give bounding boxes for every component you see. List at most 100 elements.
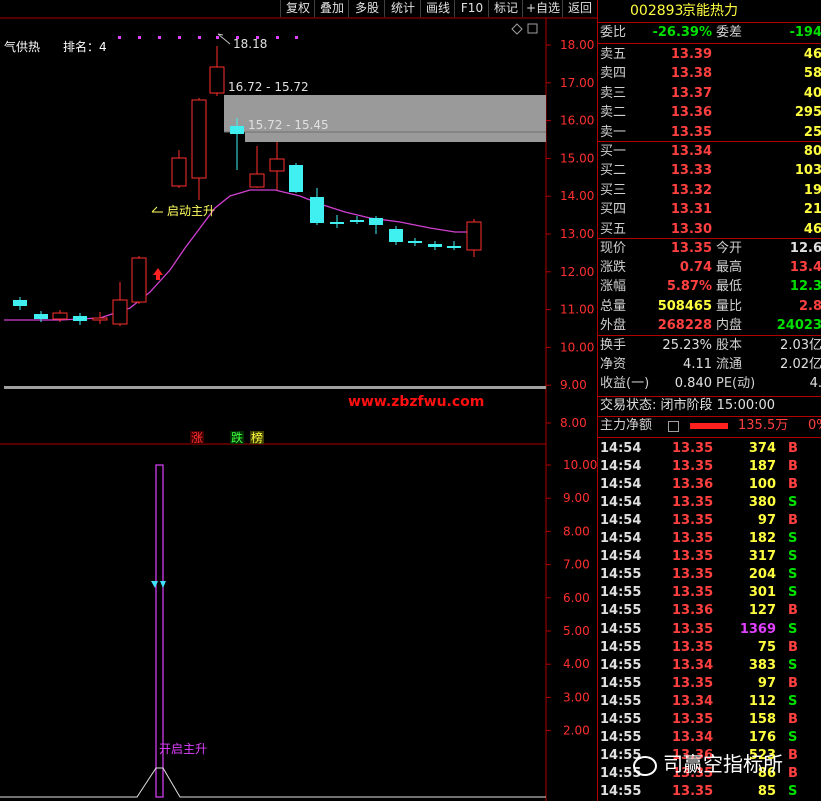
- candle-body: [466, 221, 482, 251]
- bids-price: 13.33: [670, 163, 712, 179]
- up-arrow-icon: [153, 268, 163, 280]
- candle-body: [209, 66, 225, 94]
- weibi-row: 委比 -26.39% 委差 -194: [598, 24, 821, 42]
- stat-label: 今开: [716, 241, 743, 256]
- list-icon[interactable]: [668, 421, 679, 432]
- candlestick-chart-area[interactable]: 18.00 17.00 16.00 15.00 14.00 13.00 12.00 11.00…: [0, 0, 597, 801]
- high-marker: [217, 33, 231, 45]
- resistance-zone-2: [245, 132, 546, 142]
- tick-side: S: [788, 567, 798, 583]
- tick-volume: 112: [748, 693, 776, 709]
- price-tick-label: 9.00: [560, 378, 587, 392]
- tick-row: 14:54 13.35 182 S: [598, 530, 821, 548]
- asks-price: 13.37: [670, 85, 712, 101]
- asks-row[interactable]: 卖三 13.37 40: [598, 85, 821, 103]
- candle-body: [369, 218, 383, 225]
- legend-bang[interactable]: 榜: [251, 430, 263, 445]
- asks-label: 卖五: [600, 47, 627, 62]
- tick-volume: 204: [748, 567, 776, 583]
- candle-body: [191, 99, 207, 179]
- bids-volume: 21: [803, 202, 821, 218]
- wechat-icon: [633, 755, 657, 776]
- tick-price: 13.36: [672, 603, 714, 619]
- legend-zhang[interactable]: 涨: [191, 430, 203, 445]
- tick-row: 14:55 13.34 112 S: [598, 693, 821, 711]
- asks-volume: 40: [803, 85, 821, 101]
- tick-price: 13.35: [672, 783, 714, 799]
- tick-time: 14:55: [600, 711, 642, 727]
- asks-volume: 295: [794, 105, 821, 121]
- tick-volume: 158: [748, 711, 776, 727]
- asks-row[interactable]: 卖一 13.35 25: [598, 124, 821, 142]
- asks-volume: 46: [803, 47, 821, 62]
- tick-side: B: [788, 441, 798, 456]
- start-label: 启动主升: [167, 204, 215, 218]
- signal-label: 开启主升: [159, 742, 207, 756]
- tick-row: 14:54 13.35 97 B: [598, 512, 821, 530]
- tick-side: B: [788, 513, 798, 529]
- tick-row: 14:55 13.35 75 B: [598, 639, 821, 657]
- tick-time: 14:55: [600, 621, 642, 637]
- stat-value: 24023: [776, 317, 821, 333]
- stat-label: 最低: [716, 279, 743, 295]
- price-tick-label: 17.00: [560, 76, 594, 90]
- tick-volume: 182: [748, 531, 776, 547]
- signal-line: [0, 767, 546, 798]
- expand-icon[interactable]: [511, 23, 538, 35]
- bids-row[interactable]: 买三 13.32 19: [598, 182, 821, 200]
- tick-price: 13.35: [672, 621, 714, 637]
- main-net-row: 主力净额 135.5万 0%: [598, 417, 821, 435]
- bids-row[interactable]: 买一 13.34 80: [598, 143, 821, 161]
- bids-row[interactable]: 买五 13.30 46: [598, 221, 821, 239]
- weicha-value: -194: [789, 25, 821, 40]
- tick-side: S: [788, 729, 798, 745]
- fund-value: 25.23%: [662, 338, 712, 353]
- tick-volume: 317: [748, 549, 776, 565]
- tick-price: 13.35: [672, 549, 714, 565]
- tick-time: 14:55: [600, 729, 642, 745]
- bids-row[interactable]: 买四 13.31 21: [598, 201, 821, 219]
- stat-value: 2.8: [798, 298, 821, 314]
- stat-value: 268228: [657, 317, 712, 333]
- tick-price: 13.35: [672, 567, 714, 583]
- weibi-value: -26.39%: [652, 25, 712, 40]
- fund-value: 2.03亿: [780, 338, 821, 353]
- candle-body: [34, 314, 48, 319]
- legend-die[interactable]: 跌: [231, 430, 243, 445]
- tick-time: 14:55: [600, 639, 642, 655]
- asks-row[interactable]: 卖二 13.36 295: [598, 104, 821, 122]
- sub-tick-label: 9.00: [563, 491, 590, 505]
- candle-body: [131, 257, 147, 303]
- tick-price: 13.35: [672, 711, 714, 727]
- tick-volume: 100: [748, 477, 776, 493]
- tick-time: 14:54: [600, 531, 642, 547]
- tick-side: S: [788, 585, 798, 601]
- stat-label: 涨跌: [600, 260, 627, 276]
- asks-row[interactable]: 卖四 13.38 58: [598, 65, 821, 83]
- tick-side: S: [788, 531, 798, 547]
- candle-body: [428, 244, 442, 247]
- watermark-url: www.zbzfwu.com: [348, 394, 484, 410]
- asks-label: 卖二: [600, 105, 627, 121]
- bids-label: 买二: [600, 163, 627, 179]
- tick-time: 14:55: [600, 675, 642, 691]
- stats-row: 现价 13.35 今开 12.6: [598, 240, 821, 258]
- down-marker-icon: [151, 581, 158, 588]
- watermark: 司赢空指标所: [633, 748, 783, 777]
- tick-price: 13.35: [672, 639, 714, 655]
- sub-tick-label: 2.00: [563, 724, 590, 738]
- asks-row[interactable]: 卖五 13.39 46: [598, 46, 821, 64]
- stat-value: 5.87%: [666, 279, 712, 295]
- tick-price: 13.35: [672, 585, 714, 601]
- tick-price: 13.35: [672, 675, 714, 691]
- fund-label: 换手: [600, 338, 627, 353]
- asks-price: 13.35: [670, 124, 712, 140]
- tick-row: 14:55 13.35 97 B: [598, 675, 821, 693]
- trade-status: 交易状态: 闭市阶段 15:00:00: [598, 397, 821, 415]
- tick-price: 13.34: [672, 657, 714, 673]
- candle-body: [52, 312, 68, 320]
- indicator-name: 气供热: [4, 39, 40, 54]
- fund-label: PE(动): [716, 376, 756, 392]
- stat-value: 13.4: [789, 260, 821, 276]
- bids-row[interactable]: 买二 13.33 103: [598, 162, 821, 180]
